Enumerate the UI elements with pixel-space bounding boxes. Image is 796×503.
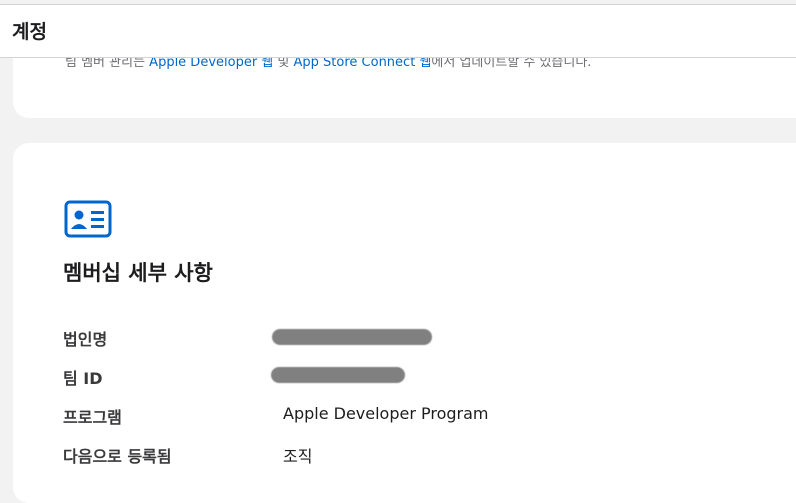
row-label: 다음으로 등록됨: [63, 447, 172, 466]
row-value: 조직: [283, 447, 313, 466]
page-title: 계정: [12, 21, 47, 43]
row-label: 프로그램: [63, 408, 122, 427]
app-header: 계정: [0, 4, 796, 58]
row-enrolled-as: 다음으로 등록됨 조직: [63, 443, 763, 467]
contact-card-icon: [64, 200, 112, 238]
row-label: 팀 ID: [63, 369, 103, 388]
redaction-mark: [272, 329, 432, 345]
redaction-mark: [271, 367, 405, 383]
row-team-id: 팀 ID: [63, 365, 763, 389]
row-label: 법인명: [63, 330, 108, 349]
row-program: 프로그램 Apple Developer Program: [63, 404, 763, 428]
membership-card: 멤버십 세부 사항 법인명 ... 팀 ID 프로그램 Apple Develo…: [13, 143, 796, 503]
row-value: Apple Developer Program: [283, 404, 489, 423]
section-title: 멤버십 세부 사항: [63, 261, 213, 285]
